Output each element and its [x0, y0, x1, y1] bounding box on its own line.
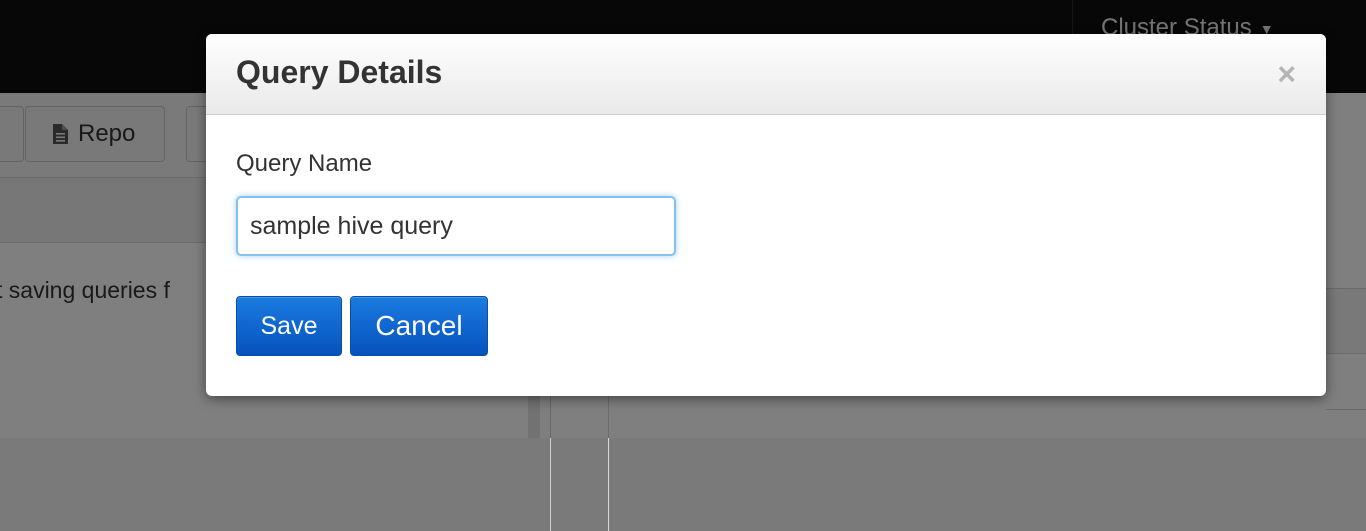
query-name-label: Query Name	[236, 150, 373, 177]
close-icon[interactable]: ×	[1277, 58, 1296, 90]
cancel-button[interactable]: Cancel	[350, 296, 488, 356]
modal-title: Query Details	[236, 54, 443, 90]
modal-header: Query Details ×	[206, 34, 1326, 115]
query-name-input[interactable]	[236, 196, 676, 256]
save-button[interactable]: Save	[236, 296, 342, 356]
query-details-modal: Query Details × Query Name Save Cancel	[206, 34, 1326, 396]
